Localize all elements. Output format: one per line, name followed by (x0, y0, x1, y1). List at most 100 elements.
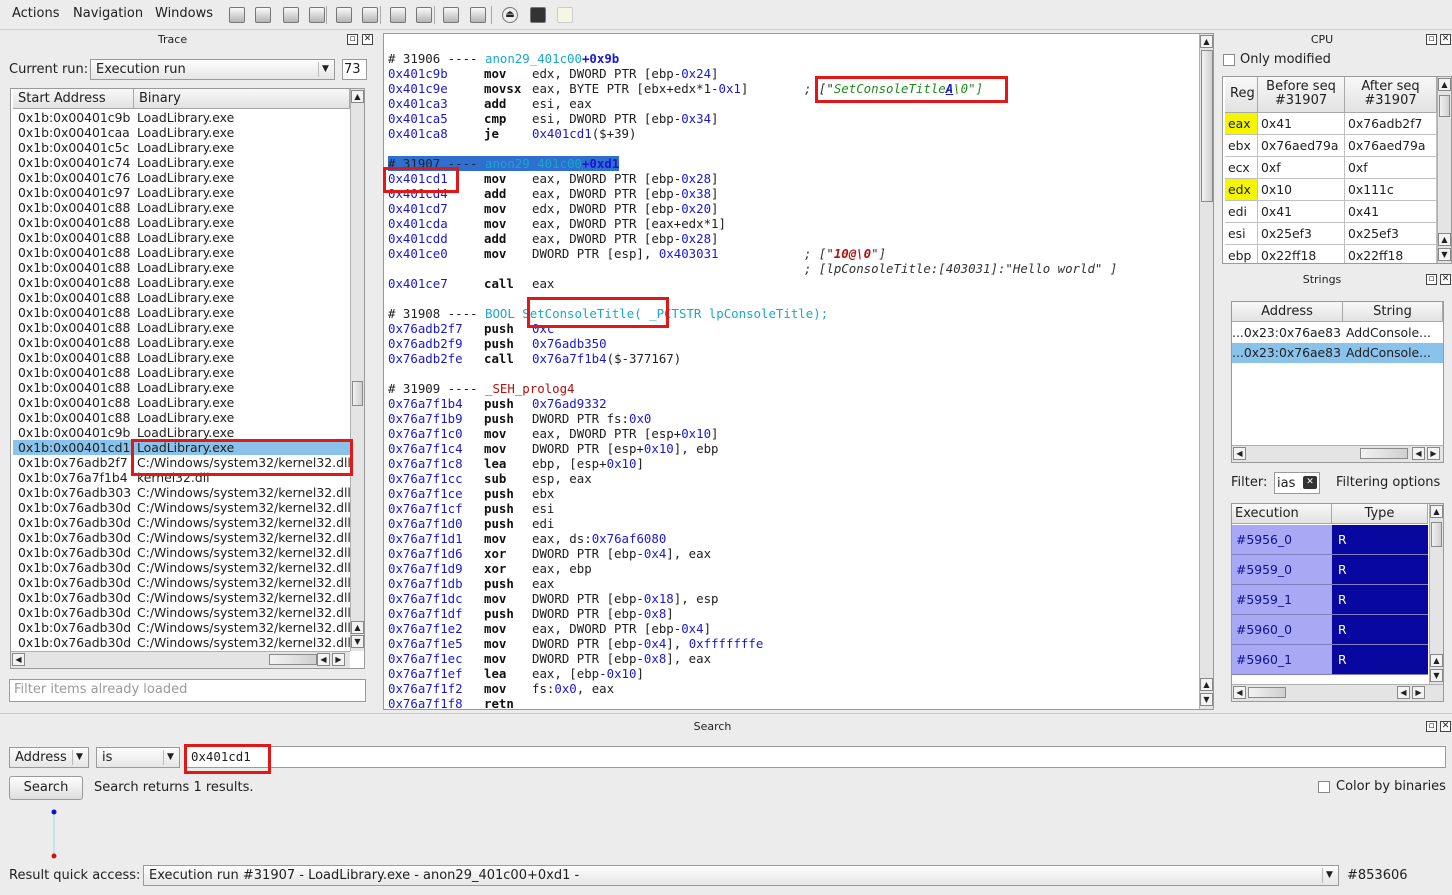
copy-icon[interactable] (283, 7, 299, 23)
trace-row[interactable]: 0x1b:0x00401c9b LoadLibrary.exe (13, 110, 350, 125)
trace-row[interactable]: 0x1b:0x00401c88 LoadLibrary.exe (13, 290, 350, 305)
menu-windows[interactable]: Windows (155, 6, 213, 21)
zoom-in-icon[interactable] (362, 7, 378, 23)
next-icon[interactable] (416, 7, 432, 23)
register-name[interactable]: eax (1225, 113, 1258, 135)
only-modified-checkbox[interactable] (1223, 54, 1235, 66)
clear-icon[interactable] (557, 7, 573, 23)
disasm-instruction[interactable]: 0x76a7f1c4 mov DWORD PTR [esp+0x10], ebp (388, 441, 804, 456)
register-before-value[interactable]: 0x25ef3 (1258, 223, 1345, 245)
trace-row[interactable]: 0x1b:0x00401c88 LoadLibrary.exe (13, 410, 350, 425)
scroll-left-icon[interactable]: ◀ (12, 653, 25, 666)
disasm-instruction[interactable]: 0x401ca5 cmp esi, DWORD PTR [ebp-0x34] (388, 111, 804, 126)
register-name[interactable]: ecx (1225, 157, 1258, 179)
disasm-instruction[interactable]: 0x76a7f1ec mov DWORD PTR [ebp-0x8], eax (388, 651, 804, 666)
trace-row[interactable]: 0x1b:0x00401caa LoadLibrary.exe (13, 125, 350, 140)
disasm-instruction[interactable]: 0x401ca8 je 0x401cd1($+39) (388, 126, 804, 141)
register-before-value[interactable]: 0x76aed79a (1258, 135, 1345, 157)
disasm-instruction[interactable]: 0x401c9b mov edx, DWORD PTR [ebp-0x24] (388, 66, 804, 81)
trace-row[interactable]: 0x1b:0x00401c9b LoadLibrary.exe (13, 425, 350, 440)
scroll-up-icon[interactable]: ▲ (351, 90, 364, 103)
register-after-value[interactable]: 0x25ef3 (1345, 223, 1437, 245)
disasm-instruction[interactable]: 0x76a7f1db push eax (388, 576, 804, 591)
stop-icon[interactable]: ⏏ (502, 7, 518, 23)
trace-row[interactable]: 0x1b:0x00401c76 LoadLibrary.exe (13, 170, 350, 185)
disasm-instruction[interactable]: 0x76a7f1d0 push edi (388, 516, 804, 531)
scroll-thumb[interactable] (1201, 50, 1213, 202)
quick-access-select[interactable]: Execution run #31907 - LoadLibrary.exe -… (143, 865, 1339, 886)
string-row[interactable]: 0x23:0x76ae83... AddConsole... (1232, 323, 1443, 343)
ep-vscrollbar[interactable]: ▲ ▲ ▼ (1429, 504, 1443, 684)
scroll-down-icon[interactable]: ▼ (1438, 248, 1451, 261)
search-button[interactable]: Search (9, 776, 83, 800)
trace-row[interactable]: 0x1b:0x00401c88 LoadLibrary.exe (13, 200, 350, 215)
register-name[interactable]: edi (1225, 201, 1258, 223)
trace-row[interactable]: 0x1b:0x00401c88 LoadLibrary.exe (13, 260, 350, 275)
execution-point-cell[interactable]: #5959_1 (1232, 585, 1332, 615)
trace-row[interactable]: 0x1b:0x00401c88 LoadLibrary.exe (13, 245, 350, 260)
timeline-result-dot[interactable] (51, 853, 57, 859)
scroll-up-icon[interactable]: ▲ (351, 621, 364, 634)
run-count-spinner[interactable]: 73 (342, 59, 367, 80)
disasm-instruction[interactable]: 0x76a7f1ef lea eax, [ebp-0x10] (388, 666, 804, 681)
register-name[interactable]: ebx (1225, 135, 1258, 157)
disasm-instruction[interactable]: 0x76a7f1dc mov DWORD PTR [ebp-0x18], esp (388, 591, 804, 606)
hscroll-thumb[interactable] (1360, 448, 1408, 459)
register-after-value[interactable]: 0x76adb2f7 (1345, 113, 1437, 135)
register-before-value[interactable]: 0x10 (1258, 179, 1345, 201)
trace-row[interactable]: 0x1b:0x00401c74 LoadLibrary.exe (13, 155, 350, 170)
scroll-thumb[interactable] (352, 381, 363, 406)
search-field-select[interactable]: Address ▼ (9, 747, 89, 768)
filtering-options-menu[interactable]: Filtering options (1336, 475, 1440, 490)
disasm-instruction[interactable]: 0x76adb2fe call 0x76a7f1b4($-377167) (388, 351, 804, 366)
disasm-instruction[interactable]: 0x401ce7 call eax (388, 276, 804, 291)
register-after-value[interactable]: 0xf (1345, 157, 1437, 179)
col-string[interactable]: String (1343, 302, 1443, 322)
register-after-value[interactable]: 0x22ff18 (1345, 245, 1437, 263)
trace-row[interactable]: 0x1b:0x00401c5c LoadLibrary.exe (13, 140, 350, 155)
disasm-instruction[interactable]: 0x401ca3 add esi, eax (388, 96, 804, 111)
trace-row[interactable]: 0x1b:0x76adb30d C:/Windows/system32/kerne… (13, 620, 350, 635)
strings-hscrollbar[interactable]: ◀ ◀ ▶ (1232, 445, 1443, 462)
disasm-instruction[interactable]: 0x76a7f1d6 xor DWORD PTR [ebp-0x4], eax (388, 546, 804, 561)
scroll-right-icon[interactable]: ▶ (332, 653, 345, 666)
nav-back-icon[interactable] (229, 7, 245, 23)
scroll-right-icon[interactable]: ▶ (1427, 447, 1440, 460)
trace-row[interactable]: 0x1b:0x00401c88 LoadLibrary.exe (13, 305, 350, 320)
trace-row[interactable]: 0x1b:0x76adb30d C:/Windows/system32/kerne… (13, 515, 350, 530)
scroll-left-icon[interactable]: ◀ (317, 653, 330, 666)
trace-row[interactable]: 0x1b:0x00401c88 LoadLibrary.exe (13, 335, 350, 350)
scroll-thumb[interactable] (1431, 522, 1442, 547)
col-binary[interactable]: Binary (134, 89, 350, 109)
disasm-instruction[interactable]: 0x76a7f1d9 xor eax, ebp (388, 561, 804, 576)
trace-hscrollbar[interactable]: ◀ ◀ ▶ (11, 651, 350, 668)
disasm-seq-header[interactable]: # 31909 ---- _SEH_prolog4 (388, 381, 575, 396)
disassembly-view[interactable]: # 31906 ---- anon29_401c00+0x9b 0x401c9b m… (383, 33, 1214, 710)
disasm-instruction[interactable]: 0x76a7f1c8 lea ebp, [esp+0x10] (388, 456, 804, 471)
col-start-address[interactable]: Start Address (13, 89, 134, 109)
disasm-instruction[interactable]: 0x401cd7 mov edx, DWORD PTR [ebp-0x20] (388, 201, 804, 216)
trace-row[interactable]: 0x1b:0x76adb30d C:/Windows/system32/kerne… (13, 500, 350, 515)
prev-icon[interactable] (390, 7, 406, 23)
trace-filter-input[interactable]: Filter items already loaded (9, 679, 366, 702)
execution-point-cell[interactable]: #5960_1 (1232, 645, 1332, 675)
disasm-instruction[interactable]: 0x76a7f1cf push esi (388, 501, 804, 516)
trace-row[interactable]: 0x1b:0x00401c88 LoadLibrary.exe (13, 380, 350, 395)
close-icon[interactable]: ✕ (1440, 721, 1451, 732)
access-type-cell[interactable]: R (1332, 645, 1428, 675)
disasm-instruction[interactable]: 0x76adb2f9 push 0x76adb350 (388, 336, 804, 351)
current-run-select[interactable]: Execution run ▼ (90, 59, 335, 80)
scroll-left-icon[interactable]: ◀ (1233, 686, 1246, 699)
scroll-up-icon[interactable]: ▲ (1200, 35, 1213, 48)
col-address[interactable]: Address (1232, 302, 1343, 322)
paste-icon[interactable] (309, 7, 325, 23)
trace-row[interactable]: 0x1b:0x76adb30d C:/Windows/system32/kerne… (13, 590, 350, 605)
register-before-value[interactable]: 0x41 (1258, 113, 1345, 135)
register-after-value[interactable]: 0x111c (1345, 179, 1437, 201)
trace-row[interactable]: 0x1b:0x00401c88 LoadLibrary.exe (13, 275, 350, 290)
register-after-value[interactable]: 0x41 (1345, 201, 1437, 223)
col-type[interactable]: Type (1332, 504, 1428, 524)
disasm-instruction[interactable]: 0x76a7f1d1 mov eax, ds:0x76af6080 (388, 531, 804, 546)
register-before-value[interactable]: 0x41 (1258, 201, 1345, 223)
disasm-instruction[interactable]: 0x76a7f1e2 mov eax, DWORD PTR [ebp-0x4] (388, 621, 804, 636)
